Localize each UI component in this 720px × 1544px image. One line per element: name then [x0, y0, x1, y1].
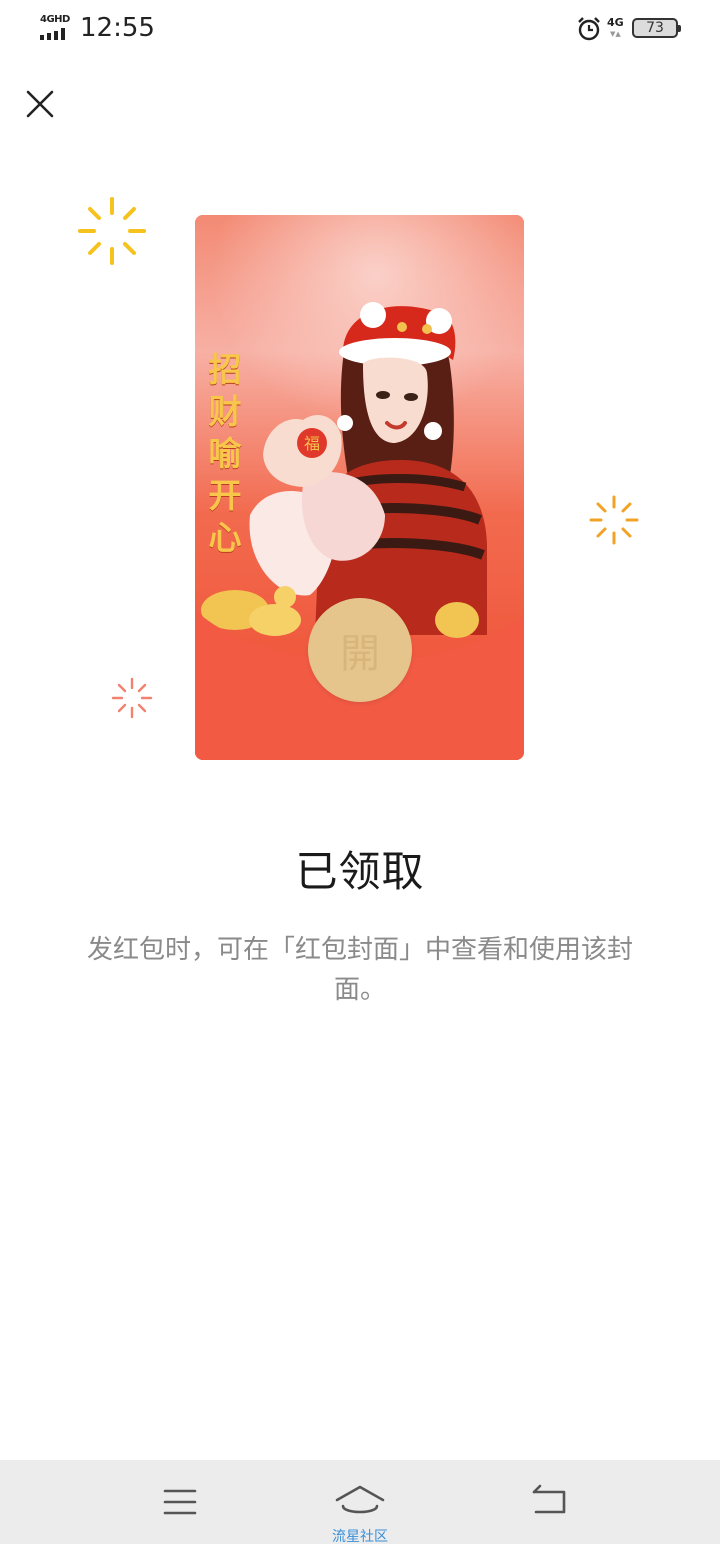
- back-icon[interactable]: [500, 1460, 600, 1544]
- slogan-char: 招: [208, 350, 242, 389]
- sparkle-icon: [78, 197, 146, 265]
- slogan-char: 开: [208, 476, 242, 515]
- open-button-label: 開: [340, 631, 380, 677]
- description-text: 发红包时，可在「红包封面」中查看和使用该封面。: [86, 935, 633, 1005]
- status-time: 12:55: [80, 13, 155, 43]
- sparkle-icon: [589, 495, 639, 545]
- close-icon[interactable]: [20, 84, 60, 124]
- network-label: 4G: [607, 16, 624, 29]
- sparkle-icon: [111, 677, 153, 719]
- signal-label: 4GHD: [40, 14, 70, 25]
- status-bar: 4GHD 12:55 4G ▼▲ 73: [0, 0, 720, 56]
- battery-icon: 73: [632, 18, 681, 38]
- menu-icon[interactable]: [130, 1460, 230, 1544]
- alarm-icon: [578, 17, 600, 41]
- slogan-char: 喻: [208, 434, 242, 473]
- page-title: 已领取: [295, 847, 425, 896]
- cover-slogan: 招 财 喻 开 心: [205, 349, 245, 559]
- watermark-caption: 流星社区: [332, 1529, 388, 1544]
- slogan-char: 心: [208, 518, 242, 557]
- network-arrows-icon: ▼▲: [610, 30, 621, 38]
- page: 4GHD 12:55 4G ▼▲ 73 福 招 财 喻 开 心 開 已领取 发红…: [0, 0, 720, 1544]
- signal-icon: [40, 28, 72, 40]
- signal-indicator: 4GHD: [40, 14, 72, 40]
- slogan-char: 财: [208, 392, 242, 431]
- open-button[interactable]: 開: [308, 598, 412, 702]
- red-packet-cover: 福 招 财 喻 开 心 開: [195, 215, 524, 760]
- svg-text:福: 福: [304, 434, 320, 453]
- battery-level: 73: [646, 20, 664, 36]
